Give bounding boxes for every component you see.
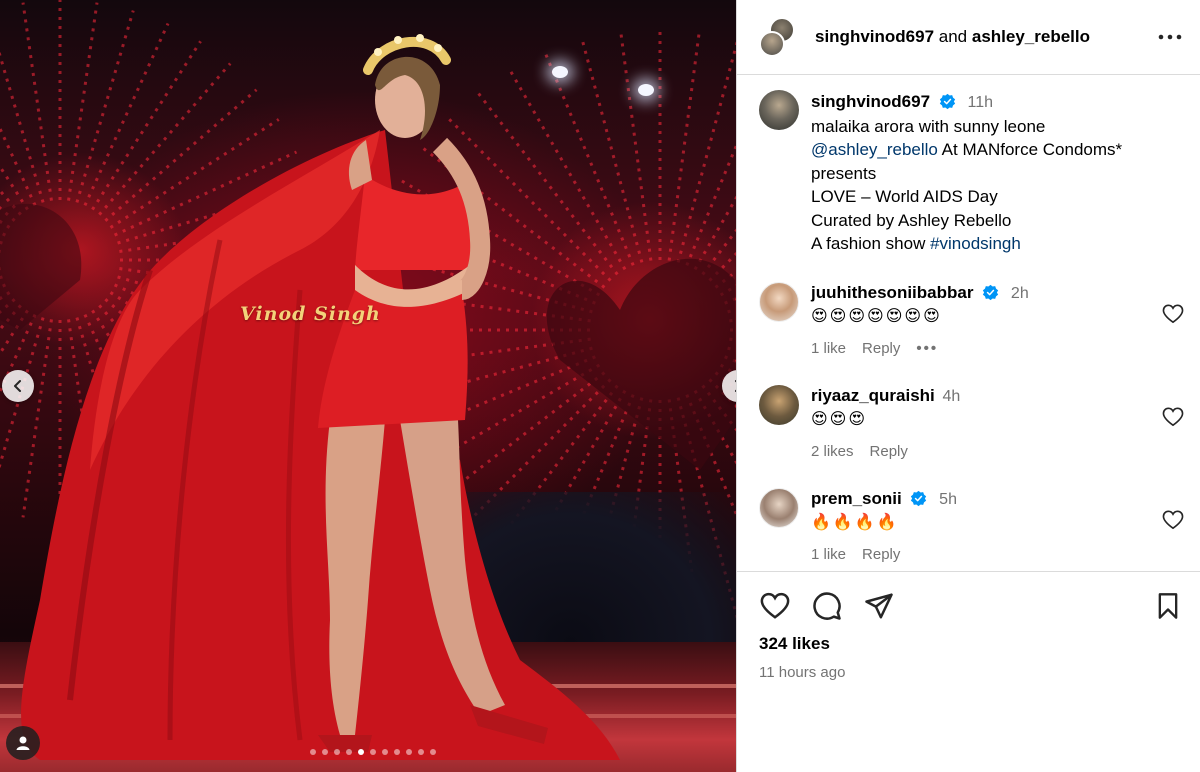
mention-link[interactable]: @ashley_rebello bbox=[811, 140, 938, 159]
verified-badge-icon bbox=[939, 93, 955, 110]
carousel-dot bbox=[322, 749, 328, 755]
comment-item: riyaaz_quraishi 4h 😍😍😍 2 likes Reply bbox=[737, 384, 1200, 460]
caption-username[interactable]: singhvinod697 bbox=[811, 92, 930, 111]
carousel-dot bbox=[358, 749, 364, 755]
post-side-panel: singhvinod697 and ashley_rebello singhvi… bbox=[736, 0, 1200, 772]
caption-line: malaika arora with sunny leone bbox=[811, 116, 1046, 136]
comment-likes[interactable]: 1 like bbox=[811, 546, 846, 563]
heart-icon bbox=[760, 592, 790, 619]
like-comment-heart-icon[interactable] bbox=[1162, 304, 1184, 324]
carousel-indicator bbox=[310, 749, 436, 755]
caption-line: A fashion show bbox=[811, 234, 931, 253]
share-button[interactable] bbox=[863, 590, 895, 622]
verified-badge-icon bbox=[911, 490, 927, 506]
comment-bubble-icon bbox=[813, 592, 841, 620]
user-icon bbox=[16, 736, 30, 750]
comment-item: juuhithesoniibabbar 2h 😍😍😍😍😍😍😍 1 like Re… bbox=[737, 281, 1200, 357]
carousel-dot bbox=[394, 749, 400, 755]
comment-options-button[interactable]: ••• bbox=[916, 340, 938, 357]
post-header: singhvinod697 and ashley_rebello bbox=[737, 0, 1200, 75]
author-joiner: and bbox=[938, 27, 968, 46]
comment-text: 🔥🔥🔥🔥 bbox=[811, 513, 899, 531]
reply-button[interactable]: Reply bbox=[870, 443, 908, 460]
bookmark-icon bbox=[1158, 593, 1178, 619]
caption-line: Curated by Ashley Rebello bbox=[811, 210, 1012, 230]
comment-username[interactable]: prem_sonii bbox=[811, 489, 902, 508]
carousel-dot bbox=[334, 749, 340, 755]
comment-item: prem_sonii 5h 🔥🔥🔥🔥 1 like Reply bbox=[737, 487, 1200, 563]
caption-line: presents bbox=[811, 163, 877, 183]
post-actions: 324 likes 11 hours ago bbox=[737, 571, 1200, 681]
like-comment-heart-icon[interactable] bbox=[1162, 510, 1184, 530]
avatar[interactable] bbox=[759, 281, 799, 322]
carousel-dot bbox=[382, 749, 388, 755]
more-horizontal-icon bbox=[1158, 34, 1182, 40]
avatar[interactable] bbox=[759, 487, 799, 528]
caption-line: At MANforce Condoms* bbox=[937, 140, 1123, 159]
carousel-dot bbox=[406, 749, 412, 755]
post-media[interactable]: Vinod Singh bbox=[0, 0, 736, 772]
author-link[interactable]: singhvinod697 bbox=[815, 27, 934, 46]
more-options-button[interactable] bbox=[1156, 23, 1184, 51]
like-comment-heart-icon[interactable] bbox=[1162, 407, 1184, 427]
avatar[interactable] bbox=[759, 90, 799, 130]
reply-button[interactable]: Reply bbox=[862, 546, 900, 563]
post-authors: singhvinod697 and ashley_rebello bbox=[815, 27, 1156, 47]
carousel-dot bbox=[430, 749, 436, 755]
collab-avatars[interactable] bbox=[759, 17, 795, 57]
save-button[interactable] bbox=[1152, 590, 1184, 622]
comment-button[interactable] bbox=[811, 590, 843, 622]
post-caption: singhvinod697 11h malaika arora with sun… bbox=[737, 76, 1200, 256]
carousel-dot bbox=[310, 749, 316, 755]
comment-likes[interactable]: 1 like bbox=[811, 340, 846, 357]
reply-button[interactable]: Reply bbox=[862, 340, 900, 357]
comment-time[interactable]: 4h bbox=[943, 388, 961, 405]
verified-badge-icon bbox=[983, 284, 999, 300]
hashtag-link[interactable]: #vinodsingh bbox=[930, 234, 1021, 253]
likes-count[interactable]: 324 likes bbox=[759, 634, 1184, 654]
chevron-left-icon bbox=[14, 380, 21, 392]
photographer-watermark: Vinod Singh bbox=[240, 303, 381, 325]
carousel-dot bbox=[418, 749, 424, 755]
comment-text: 😍😍😍😍😍😍😍 bbox=[811, 307, 942, 325]
comment-username[interactable]: riyaaz_quraishi bbox=[811, 386, 935, 405]
avatar[interactable] bbox=[759, 384, 799, 425]
runway-model-figure bbox=[21, 34, 620, 760]
caption-time[interactable]: 11h bbox=[968, 94, 994, 111]
comment-time[interactable]: 5h bbox=[939, 491, 957, 508]
carousel-dot bbox=[370, 749, 376, 755]
comment-time[interactable]: 2h bbox=[1011, 285, 1029, 302]
avatar bbox=[759, 31, 785, 57]
post-timestamp[interactable]: 11 hours ago bbox=[759, 664, 1184, 681]
tagged-users-button[interactable] bbox=[6, 726, 40, 760]
comment-username[interactable]: juuhithesoniibabbar bbox=[811, 283, 973, 302]
comment-text: 😍😍😍 bbox=[811, 410, 868, 428]
comment-likes[interactable]: 2 likes bbox=[811, 443, 854, 460]
like-button[interactable] bbox=[759, 590, 791, 622]
paper-plane-icon bbox=[865, 593, 893, 619]
previous-slide-button[interactable] bbox=[2, 370, 34, 402]
carousel-dot bbox=[346, 749, 352, 755]
caption-line: LOVE – World AIDS Day bbox=[811, 187, 998, 206]
coauthor-link[interactable]: ashley_rebello bbox=[972, 27, 1090, 46]
comments-scroll-area[interactable]: singhvinod697 11h malaika arora with sun… bbox=[737, 76, 1200, 570]
